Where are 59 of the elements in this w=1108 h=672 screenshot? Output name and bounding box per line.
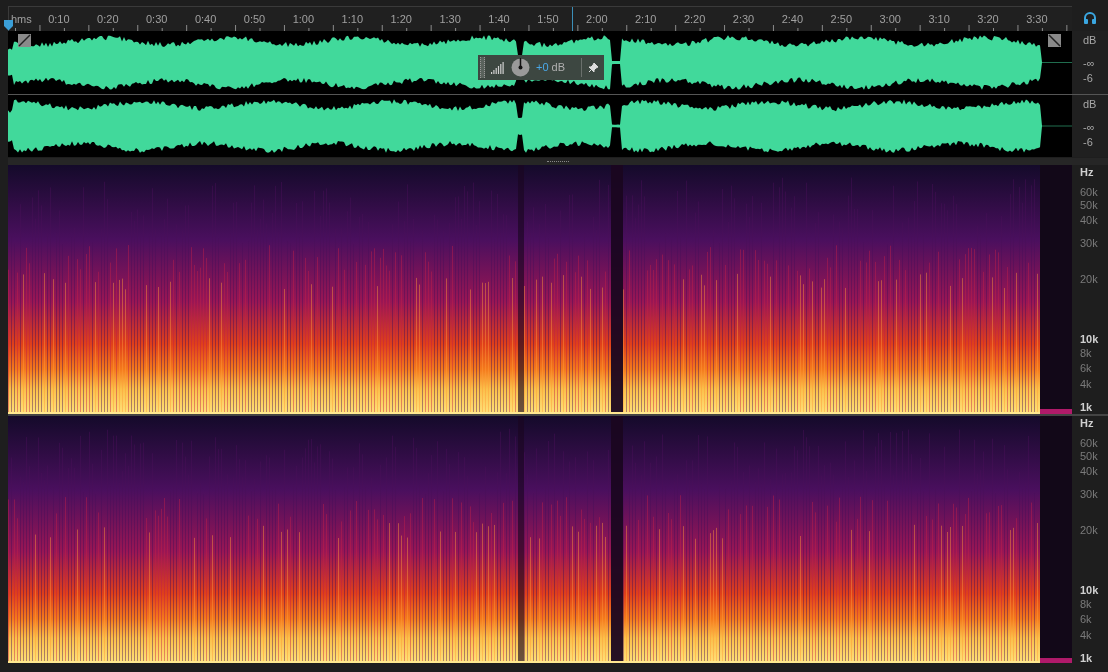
time-label: 2:20 — [683, 12, 706, 27]
frequency-label: 50k — [1080, 448, 1098, 464]
time-label: 3:00 — [879, 12, 901, 27]
level-label: -6 — [1083, 71, 1093, 86]
time-label: 1:20 — [390, 12, 412, 27]
time-label: 1:10 — [341, 12, 363, 27]
frequency-label: 1k — [1080, 650, 1093, 666]
cursor-line — [572, 7, 573, 31]
headphones-icon[interactable] — [1083, 11, 1097, 25]
frequency-label: Hz — [1080, 165, 1094, 181]
level-label: dB — [1083, 97, 1097, 112]
gain-knob[interactable] — [511, 58, 530, 77]
pin-icon[interactable] — [588, 62, 599, 73]
frequency-label: Hz — [1080, 416, 1094, 432]
corner-toggle-icon[interactable] — [18, 34, 31, 47]
frequency-label: 6k — [1080, 612, 1092, 628]
frequency-label: 20k — [1080, 271, 1098, 287]
time-label: 2:00 — [586, 12, 608, 27]
time-label: 3:20 — [977, 12, 999, 27]
frequency-label: 4k — [1080, 377, 1092, 393]
time-label: 0:10 — [48, 12, 70, 27]
time-label: 2:10 — [635, 12, 657, 27]
time-label: 1:50 — [537, 12, 559, 27]
frequency-label: 20k — [1080, 522, 1098, 538]
frequency-label: 4k — [1080, 628, 1092, 644]
frequency-label: 30k — [1080, 486, 1098, 502]
time-label: 2:30 — [732, 12, 755, 27]
frequency-label: 10k — [1080, 331, 1099, 347]
grip-handle[interactable] — [480, 57, 485, 78]
volume-bars-icon — [491, 61, 505, 74]
time-label: 1:00 — [292, 12, 315, 27]
corner-toggle-icon[interactable] — [1048, 34, 1061, 47]
frequency-label: 6k — [1080, 361, 1092, 377]
gain-unit: dB — [551, 60, 565, 76]
frequency-label: 30k — [1080, 235, 1098, 251]
gain-value: +0 — [536, 60, 549, 76]
time-label: 0:50 — [243, 12, 266, 27]
time-label: 1:40 — [488, 12, 510, 27]
level-label: -∞ — [1083, 120, 1095, 135]
time-label: 0:20 — [97, 12, 119, 27]
time-label: 2:50 — [830, 12, 852, 27]
level-label: -∞ — [1083, 56, 1095, 71]
level-label: -6 — [1083, 135, 1093, 150]
frequency-label: 40k — [1080, 463, 1098, 479]
time-label: 0:40 — [194, 12, 217, 27]
time-label: 1:30 — [439, 12, 461, 27]
time-label: 3:30 — [1026, 12, 1048, 27]
frequency-label: 40k — [1080, 212, 1098, 228]
frequency-label: 10k — [1080, 582, 1099, 598]
time-label: 3:10 — [928, 12, 950, 27]
frequency-label: 60k — [1080, 436, 1098, 451]
time-label: 2:40 — [781, 12, 804, 27]
level-label: dB — [1083, 33, 1097, 48]
frequency-label: 8k — [1080, 597, 1092, 613]
frequency-label: 60k — [1080, 185, 1098, 200]
frequency-label: 8k — [1080, 346, 1092, 362]
time-label: 0:30 — [146, 12, 168, 27]
frequency-label: 50k — [1080, 197, 1098, 213]
frequency-label: 1k — [1080, 399, 1093, 415]
